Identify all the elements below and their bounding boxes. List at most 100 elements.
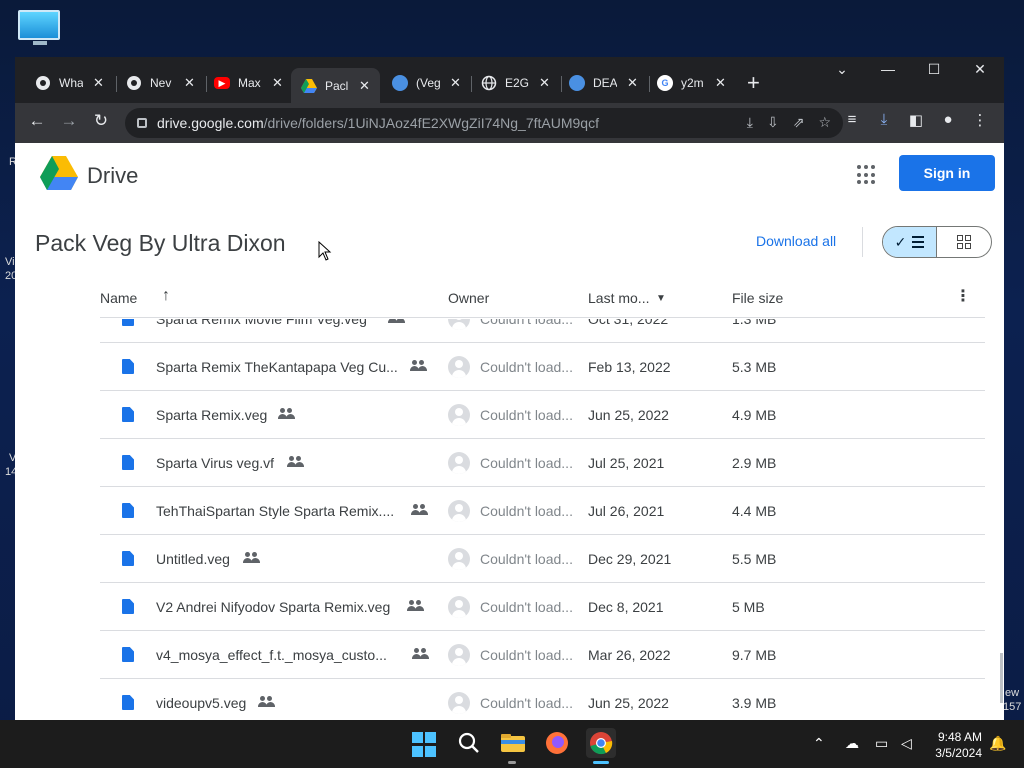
close-icon[interactable]: ✕ — [272, 75, 283, 91]
close-icon[interactable]: ✕ — [93, 75, 104, 91]
start-button[interactable] — [412, 732, 438, 758]
chrome-icon — [35, 75, 51, 91]
file-size: 4.9 MB — [732, 407, 777, 423]
more-options-icon[interactable]: ⋮ — [955, 286, 971, 306]
tab[interactable]: (Veg ✕ — [382, 68, 472, 98]
tab[interactable]: Nev ✕ — [116, 68, 206, 98]
modified-date: Jun 25, 2022 — [588, 407, 669, 423]
check-icon: ✓ — [894, 233, 907, 250]
chrome-taskbar-icon[interactable] — [586, 728, 616, 758]
download-icon[interactable]: ⤓ — [747, 114, 753, 131]
modified-date: Jul 26, 2021 — [588, 503, 665, 519]
share-icon[interactable]: ⇗ — [793, 114, 805, 131]
column-header-owner[interactable]: Owner — [448, 290, 489, 306]
bookmark-star-icon[interactable]: ☆ — [818, 114, 831, 131]
close-icon[interactable]: ✕ — [715, 75, 726, 91]
notification-bell-icon[interactable]: 🔔 — [989, 735, 1006, 752]
owner-name: Couldn't load... — [480, 503, 573, 519]
media-controls-icon[interactable]: ≡ — [841, 111, 863, 128]
google-apps-icon[interactable] — [857, 165, 877, 185]
chevron-up-icon[interactable]: ⌃ — [813, 735, 825, 752]
back-button[interactable]: ← — [25, 111, 49, 131]
tab[interactable]: G y2m ✕ — [647, 68, 737, 98]
table-row[interactable]: Sparta Remix.veg Couldn't load... Jun 25, … — [100, 391, 985, 439]
list-view-button[interactable]: ✓ — [883, 227, 938, 257]
table-row[interactable]: Untitled.veg Couldn't load... Dec 29, 2021… — [100, 535, 985, 583]
lock-icon[interactable] — [137, 118, 147, 128]
table-row[interactable]: Sparta Remix TheKantapapa Veg Cu... Could… — [100, 343, 985, 391]
volume-muted-icon[interactable]: ◁ — [901, 735, 912, 752]
owner-name: Couldn't load... — [480, 359, 573, 375]
owner-avatar — [448, 319, 470, 330]
clock-date: 3/5/2024 — [935, 746, 982, 760]
close-icon[interactable]: ✕ — [627, 75, 638, 91]
profile-icon[interactable]: ● — [937, 111, 959, 128]
close-icon[interactable]: ✕ — [359, 78, 370, 94]
column-header-modified[interactable]: Last mo... — [588, 290, 649, 306]
file-name: Sparta Remix TheKantapapa Veg Cu... — [156, 359, 398, 375]
desktop-edge-label: Vi — [5, 256, 15, 268]
sort-descending-icon[interactable]: ▼ — [656, 293, 666, 304]
tab-search-icon[interactable]: ⌄ — [819, 61, 865, 78]
chrome-icon — [126, 75, 142, 91]
address-bar[interactable]: drive.google.com/drive/folders/1UiNJAoz4… — [125, 108, 843, 138]
column-header-size[interactable]: File size — [732, 290, 783, 306]
close-window-button[interactable]: ✕ — [957, 61, 1003, 78]
reload-button[interactable]: ↻ — [89, 111, 113, 131]
table-row[interactable]: Sparta Remix Movie Film Veg.veg Couldn't … — [100, 319, 985, 343]
taskbar: ⌃ ☁ ▭ ◁ 9:48 AM 3/5/2024 🔔 — [0, 720, 1024, 768]
download-all-button[interactable]: Download all — [756, 233, 836, 249]
forward-button[interactable]: → — [57, 111, 81, 131]
scrollbar[interactable] — [1000, 653, 1003, 703]
list-icon — [912, 236, 925, 248]
close-icon[interactable]: ✕ — [539, 75, 550, 91]
file-size: 5 MB — [732, 599, 765, 615]
file-explorer-icon[interactable] — [500, 730, 526, 756]
file-icon — [122, 319, 134, 326]
side-panel-icon[interactable]: ◧ — [905, 111, 927, 129]
owner-name: Couldn't load... — [480, 695, 573, 711]
onedrive-icon[interactable]: ☁ — [845, 735, 859, 752]
this-pc-desktop-icon[interactable] — [18, 10, 62, 50]
close-icon[interactable]: ✕ — [184, 75, 195, 91]
chrome-menu-icon[interactable]: ⋮ — [969, 111, 991, 129]
table-row[interactable]: V2 Andrei Nifyodov Sparta Remix.veg Could… — [100, 583, 985, 631]
file-size: 4.4 MB — [732, 503, 777, 519]
owner-avatar — [448, 596, 470, 618]
modified-date: Jun 25, 2022 — [588, 695, 669, 711]
new-tab-button[interactable]: + — [747, 70, 760, 96]
column-header-name[interactable]: Name — [100, 290, 137, 306]
table-row[interactable]: Sparta Virus veg.vf Couldn't load... Jul 2… — [100, 439, 985, 487]
file-icon — [122, 647, 134, 662]
youtube-icon: ▶ — [214, 77, 230, 89]
minimize-button[interactable]: — — [865, 61, 911, 77]
table-row[interactable]: TehThaiSpartan Style Sparta Remix.... Cou… — [100, 487, 985, 535]
file-size: 5.5 MB — [732, 551, 777, 567]
search-icon[interactable] — [456, 730, 482, 756]
sort-ascending-icon[interactable]: ↑ — [162, 287, 170, 305]
tab[interactable]: DEA ✕ — [559, 68, 649, 98]
table-row[interactable]: v4_mosya_effect_f.t._mosya_custo... Could… — [100, 631, 985, 679]
system-clock[interactable]: 9:48 AM 3/5/2024 — [926, 729, 982, 761]
tab-strip: Wha ✕ Nev ✕ ▶ Max ✕ Pacl ✕ (Veg ✕ E2G ✕ … — [15, 57, 1004, 103]
downloads-icon[interactable]: ⤓ — [873, 111, 895, 128]
tab-active[interactable]: Pacl ✕ — [291, 68, 380, 103]
network-icon[interactable]: ▭ — [875, 735, 888, 752]
maximize-button[interactable]: ☐ — [911, 61, 957, 78]
tab[interactable]: Wha ✕ — [25, 68, 115, 98]
shared-icon — [407, 600, 425, 612]
install-app-icon[interactable]: ⇩ — [767, 114, 779, 131]
grid-view-button[interactable] — [937, 227, 991, 257]
owner-name: Couldn't load... — [480, 319, 573, 327]
tab[interactable]: ▶ Max ✕ — [204, 68, 294, 98]
sign-in-button[interactable]: Sign in — [899, 155, 995, 191]
google-drive-logo — [40, 156, 78, 190]
close-icon[interactable]: ✕ — [450, 75, 461, 91]
file-icon — [122, 455, 134, 470]
tab[interactable]: E2G ✕ — [471, 68, 561, 98]
firefox-icon[interactable] — [544, 730, 570, 756]
tab-label: E2G — [505, 76, 529, 90]
file-name: V2 Andrei Nifyodov Sparta Remix.veg — [156, 599, 391, 615]
table-row[interactable]: videoupv5.veg Couldn't load... Jun 25, 202… — [100, 679, 985, 720]
tab-label: Nev — [150, 76, 172, 90]
